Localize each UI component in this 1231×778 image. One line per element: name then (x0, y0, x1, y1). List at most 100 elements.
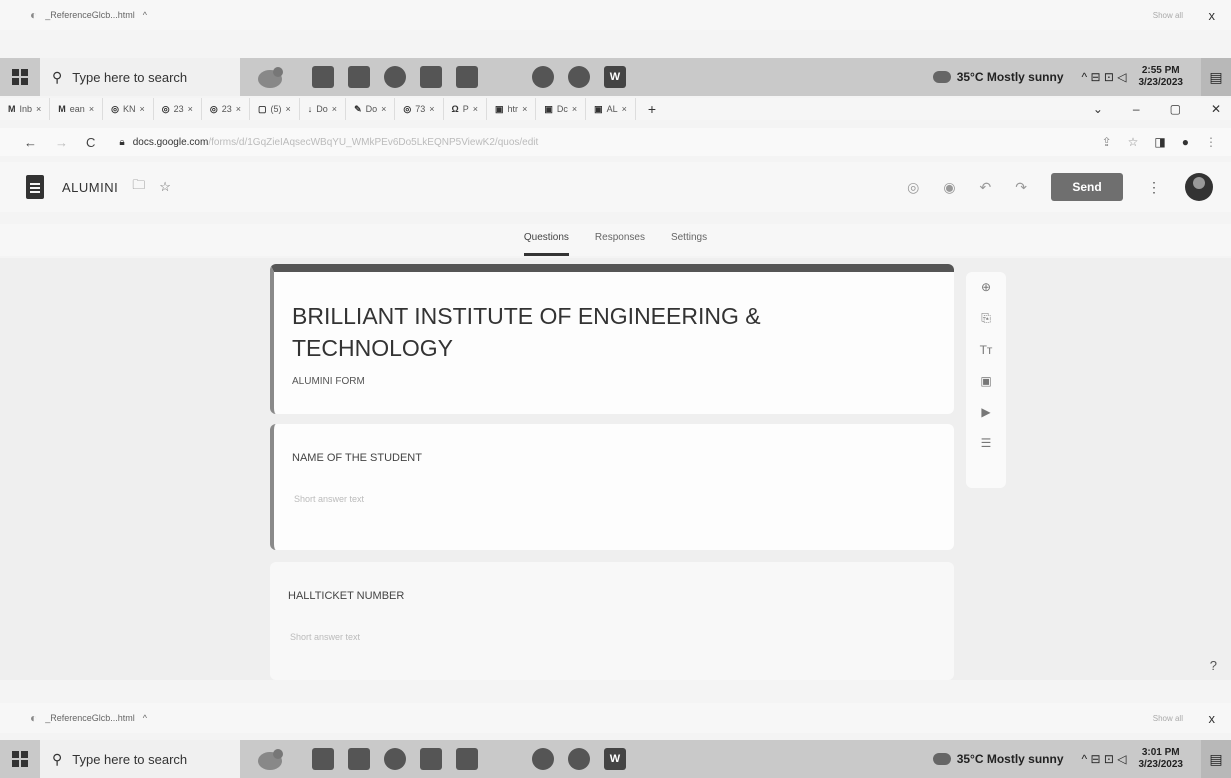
taskbar-search[interactable]: ⚲ Type here to search (40, 58, 240, 96)
tab-close-icon[interactable]: × (473, 104, 478, 114)
back-icon[interactable]: ← (24, 135, 37, 150)
import-question-icon[interactable]: ⎘ (981, 311, 991, 326)
browser-tab[interactable]: ◎ 73 × (395, 98, 444, 120)
task-view-icon[interactable] (312, 66, 334, 88)
weather-widget[interactable]: 35°C Mostly sunny (932, 752, 1064, 766)
add-image-icon[interactable]: ▣ (980, 374, 991, 388)
add-video-icon[interactable]: ▶ (981, 405, 990, 419)
tab-search-icon[interactable]: ⌄ (1093, 102, 1103, 116)
search-highlight-icon[interactable] (240, 740, 300, 778)
store-icon[interactable] (420, 66, 442, 88)
browser-tab[interactable]: ✎ Do × (346, 98, 396, 120)
tab-settings[interactable]: Settings (671, 224, 707, 256)
close-downloads-icon[interactable]: x (1209, 8, 1216, 23)
browser-tab[interactable]: ↓ Do × (300, 98, 347, 120)
tray-icons[interactable]: ^ ⊟ ⊡ ◁ (1082, 70, 1127, 84)
weather-widget[interactable]: 35°C Mostly sunny (932, 70, 1064, 84)
browser-tab[interactable]: M Inb × (0, 98, 51, 120)
tab-responses[interactable]: Responses (595, 224, 645, 256)
browser-tab[interactable]: ▣ Dc × (536, 98, 587, 120)
start-button[interactable] (0, 740, 40, 778)
file-explorer-icon[interactable] (348, 748, 370, 770)
edge-icon[interactable] (384, 748, 406, 770)
minimize-icon[interactable]: – (1133, 102, 1140, 116)
task-view-icon[interactable] (312, 748, 334, 770)
tab-close-icon[interactable]: × (286, 104, 291, 114)
question-card[interactable]: NAME OF THE STUDENT Short answer text (270, 424, 954, 550)
question-title[interactable]: NAME OF THE STUDENT (292, 452, 954, 464)
show-all-link[interactable]: Show all (1153, 11, 1183, 20)
store-icon[interactable] (420, 748, 442, 770)
chrome-icon[interactable] (532, 748, 554, 770)
browser-tab[interactable]: Mean × (50, 98, 104, 120)
help-icon[interactable]: ? (1210, 658, 1217, 673)
edge-icon[interactable] (384, 66, 406, 88)
star-icon[interactable]: ☆ (159, 179, 171, 195)
tab-close-icon[interactable]: × (139, 104, 144, 114)
search-highlight-icon[interactable] (240, 58, 300, 96)
clock[interactable]: 2:55 PM 3/23/2023 (1139, 65, 1184, 89)
mail-icon[interactable] (456, 66, 478, 88)
browser-tab[interactable]: ▣ htr × (487, 98, 537, 120)
chevron-up-icon[interactable]: ^ (143, 713, 147, 723)
url-field[interactable]: 🔒︎ docs.google.com/forms/d/1GqZieIAqsecW… (119, 137, 538, 148)
browser-tab[interactable]: ▢ (5) × (250, 98, 300, 120)
browser-tab[interactable]: Ω P × (444, 98, 488, 120)
palette-icon[interactable]: ◎ (907, 179, 919, 196)
profile-icon[interactable]: ● (1182, 135, 1189, 149)
word-icon[interactable]: W (604, 66, 626, 88)
show-all-link[interactable]: Show all (1153, 714, 1183, 723)
word-icon[interactable]: W (604, 748, 626, 770)
browser-menu-icon[interactable]: ⋮ (1205, 135, 1217, 149)
maximize-icon[interactable]: ▢ (1170, 102, 1181, 116)
google-forms-icon[interactable] (26, 175, 44, 199)
undo-icon[interactable]: ↶ (980, 179, 992, 196)
sidepanel-icon[interactable]: ◨ (1154, 135, 1165, 149)
add-section-icon[interactable]: ☰ (981, 436, 992, 450)
browser-tab[interactable]: ◎ 23 × (154, 98, 202, 120)
add-title-icon[interactable]: Tт (980, 343, 993, 357)
question-title[interactable]: HALLTICKET NUMBER (288, 590, 954, 602)
more-options-icon[interactable]: ⋮ (1147, 179, 1161, 196)
tab-close-icon[interactable]: × (381, 104, 386, 114)
browser-tab[interactable]: ▣ AL × (586, 98, 636, 120)
download-item[interactable]: ◐ _ReferenceGlcb...html ^ (30, 8, 147, 22)
taskbar-search[interactable]: ⚲ Type here to search (40, 740, 240, 778)
clock[interactable]: 3:01 PM 3/23/2023 (1139, 747, 1184, 771)
notification-icon[interactable]: ▤ (1201, 740, 1231, 778)
form-title[interactable]: ALUMINI (62, 180, 118, 195)
browser-icon[interactable] (568, 66, 590, 88)
download-item[interactable]: ◐ _ReferenceGlcb...html ^ (30, 711, 147, 725)
share-icon[interactable]: ⇪ (1102, 135, 1112, 149)
form-header-card[interactable]: BRILLIANT INSTITUTE OF ENGINEERING & TEC… (270, 264, 954, 414)
tab-questions[interactable]: Questions (523, 224, 569, 256)
tab-close-icon[interactable]: × (522, 104, 527, 114)
tab-close-icon[interactable]: × (36, 104, 41, 114)
tab-close-icon[interactable]: × (236, 104, 241, 114)
preview-eye-icon[interactable]: ◉ (943, 179, 955, 196)
form-description[interactable]: ALUMINI FORM (292, 376, 954, 387)
redo-icon[interactable]: ↷ (1015, 179, 1027, 196)
mail-icon[interactable] (456, 748, 478, 770)
tab-close-icon[interactable]: × (89, 104, 94, 114)
bookmark-star-icon[interactable]: ☆ (1128, 135, 1139, 149)
tab-close-icon[interactable]: × (572, 104, 577, 114)
reload-icon[interactable]: C (86, 135, 95, 150)
send-button[interactable]: Send (1051, 173, 1123, 201)
folder-icon[interactable]: 🗀︎ (132, 176, 145, 198)
start-button[interactable] (0, 58, 40, 96)
file-explorer-icon[interactable] (348, 66, 370, 88)
tab-close-icon[interactable]: × (188, 104, 193, 114)
close-downloads-icon[interactable]: x (1209, 711, 1216, 726)
browser-tab[interactable]: ◎ KN × (103, 98, 154, 120)
notification-icon[interactable]: ▤ (1201, 58, 1231, 96)
tab-close-icon[interactable]: × (332, 104, 337, 114)
avatar[interactable] (1185, 173, 1213, 201)
chrome-icon[interactable] (532, 66, 554, 88)
tab-close-icon[interactable]: × (622, 104, 627, 114)
close-window-icon[interactable]: ✕ (1211, 102, 1221, 116)
browser-tab[interactable]: ◎ 23 × (202, 98, 250, 120)
tray-icons[interactable]: ^ ⊟ ⊡ ◁ (1082, 752, 1127, 766)
new-tab-icon[interactable]: + (636, 101, 668, 117)
forward-icon[interactable]: → (55, 135, 68, 150)
